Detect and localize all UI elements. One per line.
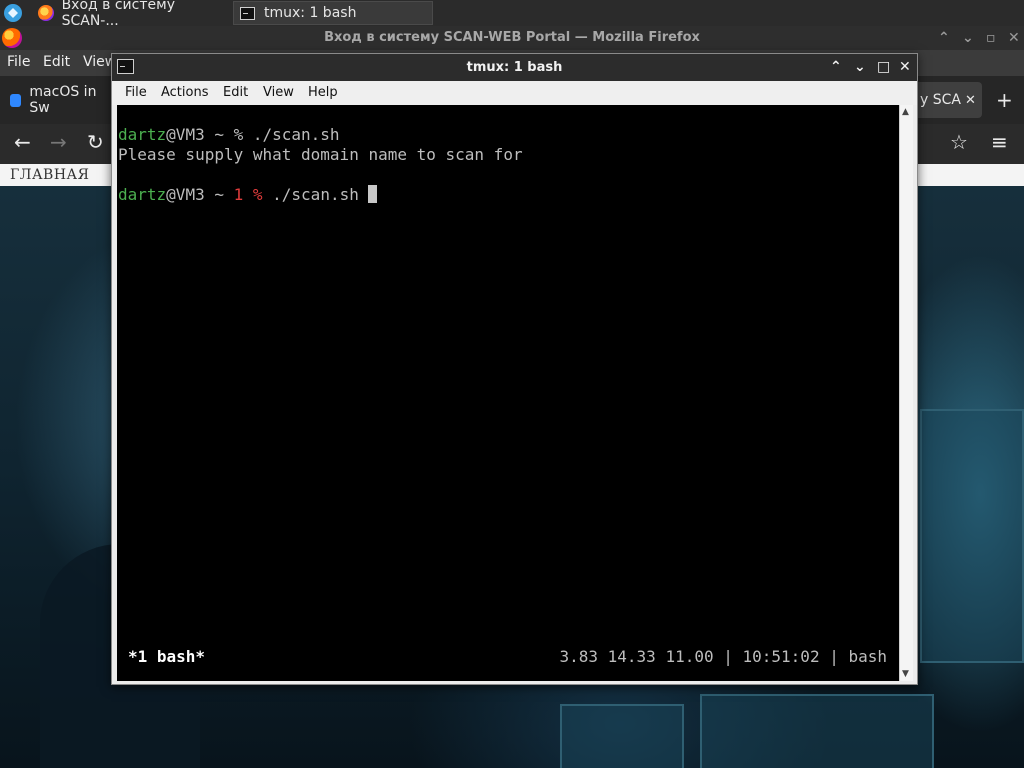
new-tab-icon[interactable]: + [996,90,1013,110]
terminal-menu-actions[interactable]: Actions [161,85,209,100]
terminal-icon [117,59,134,74]
minimize-icon[interactable]: ⌃ [938,26,950,50]
terminal-screen[interactable]: dartz@VM3 ~ % ./scan.sh Please supply wh… [117,105,899,681]
forward-arrow-icon[interactable]: → [50,132,67,152]
taskbar: Вход в систему SCAN-... tmux: 1 bash [0,0,1024,29]
nav-home-link[interactable]: ГЛАВНАЯ [10,167,89,183]
terminal-menubar: File Actions Edit View Help [112,81,917,105]
terminal-menu-help[interactable]: Help [308,85,338,100]
taskbar-terminal-label: tmux: 1 bash [264,5,357,21]
tab-label: y SCA [920,92,961,108]
prompt-user: dartz [118,185,167,204]
minimize-icon[interactable]: ⌃ [830,54,842,81]
terminal-titlebar[interactable]: tmux: 1 bash ⌃ ⌄ □ ✕ [112,54,917,81]
terminal-menu-view[interactable]: View [263,85,294,100]
bookmark-star-icon[interactable]: ☆ [950,132,968,152]
firefox-window-title: Вход в систему SCAN-WEB Portal — Mozilla… [324,30,700,45]
maximize-icon[interactable]: ▫ [986,26,996,50]
tab-close-icon[interactable]: ✕ [965,93,976,108]
tab-favicon-icon [10,93,22,107]
back-arrow-icon[interactable]: ← [14,132,31,152]
scroll-up-icon[interactable]: ▲ [902,107,909,117]
prompt-user: dartz [118,125,167,144]
taskbar-firefox-button[interactable]: Вход в систему SCAN-... [32,0,232,29]
prompt-command: ./scan.sh [262,185,369,204]
menu-file[interactable]: File [7,54,30,70]
firefox-icon [38,5,54,21]
tab-scan-web[interactable]: y SCA ✕ [910,82,982,118]
prompt-exit-code: 1 % [233,185,263,204]
terminal-output-line: Please supply what domain name to scan f… [118,145,523,164]
collapse-icon[interactable]: ⌄ [962,26,974,50]
close-icon[interactable]: ✕ [1008,26,1020,50]
terminal-line: dartz@VM3 ~ % ./scan.sh [118,125,340,145]
tmux-window-list[interactable]: *1 bash* [128,647,205,667]
tab-macos[interactable]: macOS in Sw [0,82,110,118]
background-monitor [920,409,1024,663]
maximize-icon[interactable]: □ [877,54,890,81]
terminal-window: tmux: 1 bash ⌃ ⌄ □ ✕ File Actions Edit V… [111,53,918,685]
menu-edit[interactable]: Edit [43,54,70,70]
background-monitor [700,694,934,768]
terminal-icon [240,6,255,20]
close-icon[interactable]: ✕ [899,54,911,81]
taskbar-terminal-button[interactable]: tmux: 1 bash [233,1,433,25]
terminal-line: dartz@VM3 ~ 1 % ./scan.sh [118,185,378,205]
terminal-menu-file[interactable]: File [125,85,147,100]
hamburger-menu-icon[interactable]: ≡ [991,132,1008,152]
background-monitor [560,704,684,768]
firefox-icon [2,28,22,48]
tab-label: macOS in Sw [29,84,97,116]
text-cursor [368,185,378,203]
firefox-titlebar: Вход в систему SCAN-WEB Portal — Mozilla… [0,26,1024,50]
tmux-status-info: 3.83 14.33 11.00 | 10:51:02 | bash [559,647,887,666]
taskbar-firefox-label: Вход в систему SCAN-... [61,0,175,29]
terminal-window-title: tmux: 1 bash [466,60,563,75]
collapse-icon[interactable]: ⌄ [854,54,866,81]
app-launcher-icon[interactable] [4,4,22,22]
prompt-host: @VM3 ~ [166,185,234,204]
terminal-menu-edit[interactable]: Edit [223,85,248,100]
prompt-command: @VM3 ~ % ./scan.sh [166,125,340,144]
reload-icon[interactable]: ↻ [87,132,104,152]
terminal-scrollbar[interactable]: ▲ ▼ [899,105,913,681]
scroll-down-icon[interactable]: ▼ [902,669,909,679]
